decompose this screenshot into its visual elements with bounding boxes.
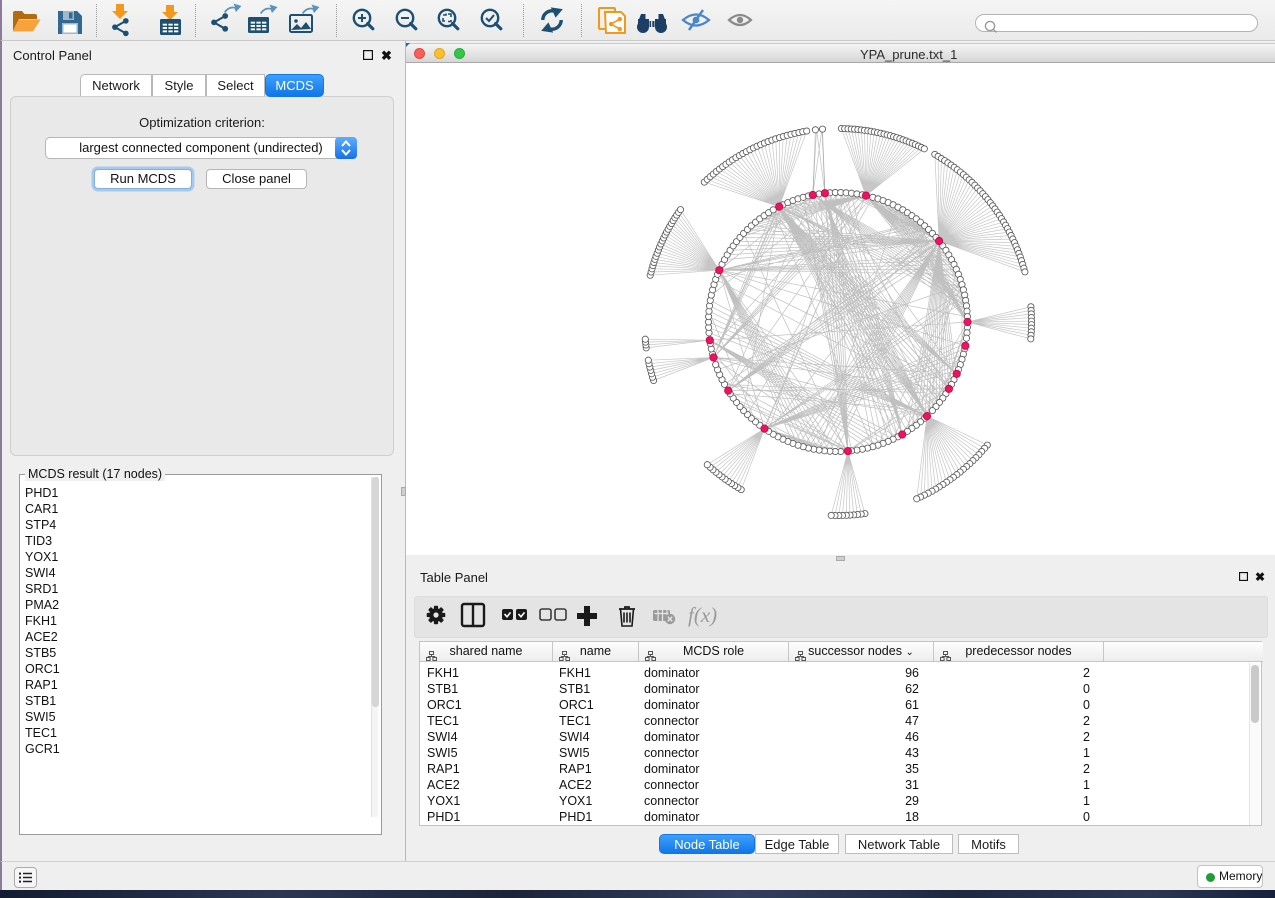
svg-text:f(x): f(x) (688, 603, 717, 627)
